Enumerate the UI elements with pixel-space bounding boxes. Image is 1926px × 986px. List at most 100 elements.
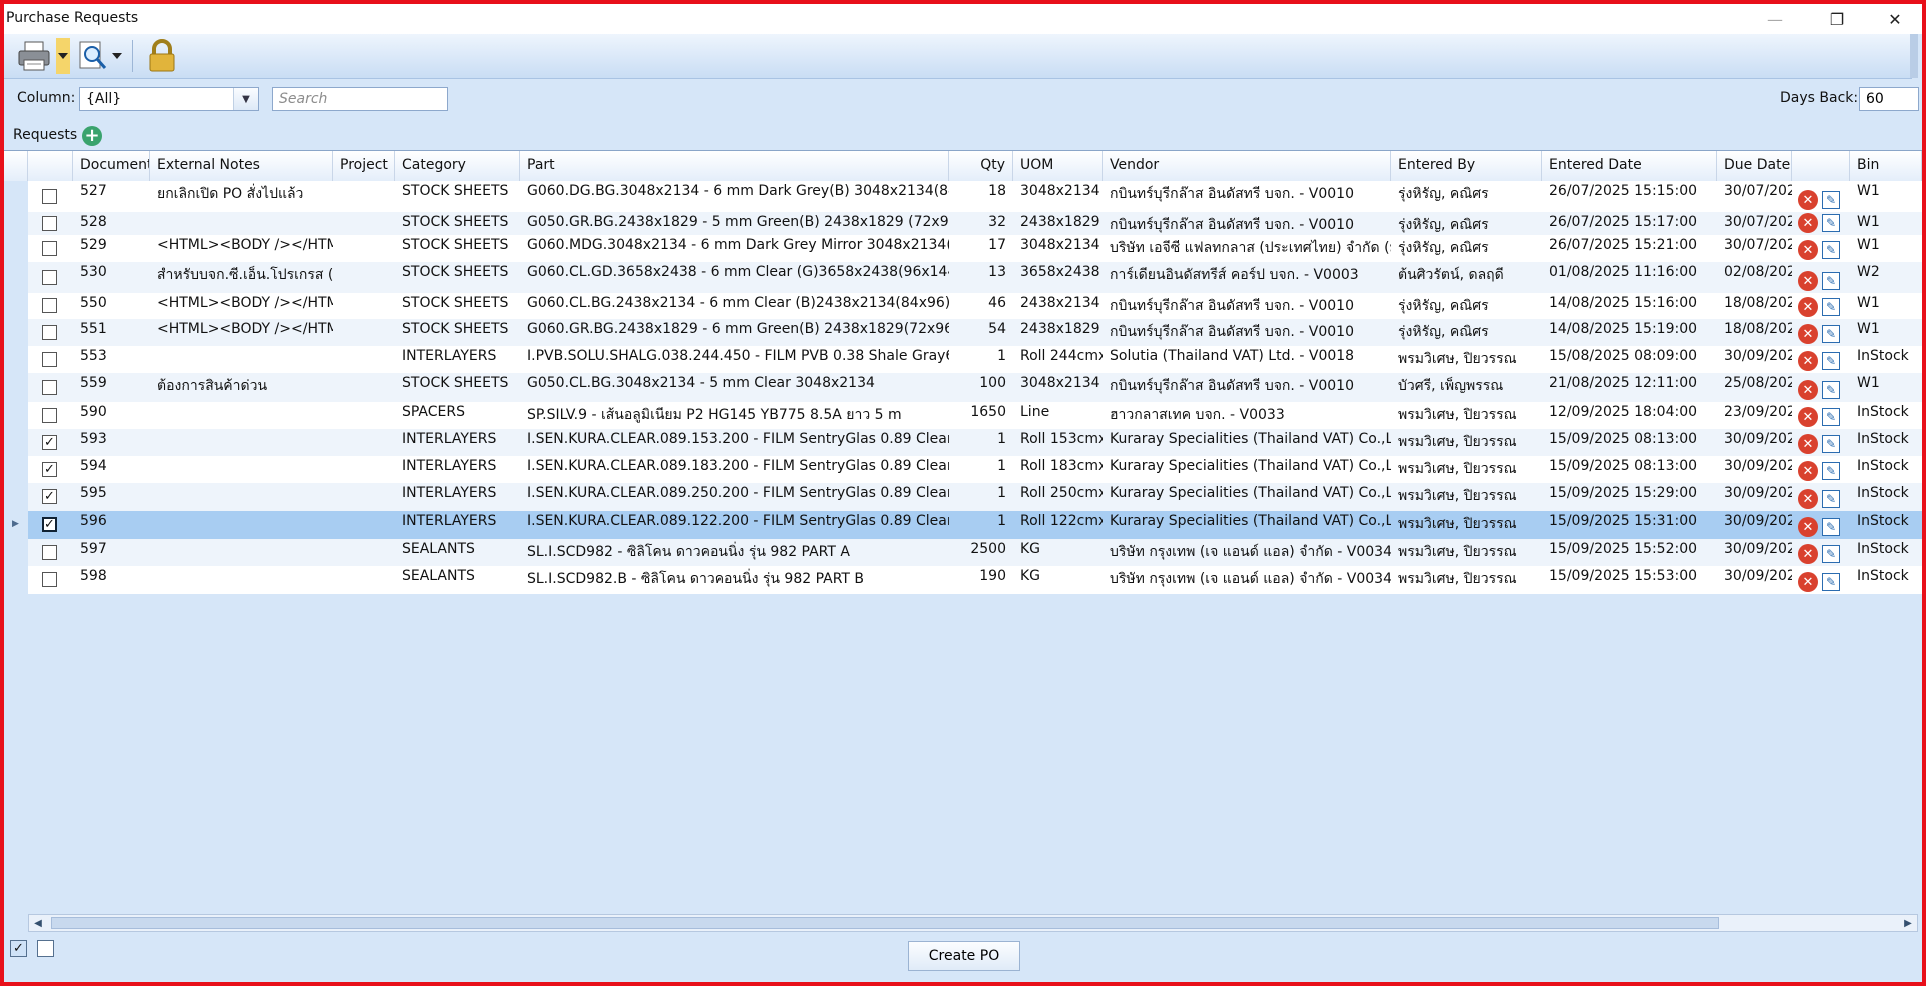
row-checkbox[interactable] <box>42 544 57 560</box>
header-qty[interactable]: Qty <box>949 151 1013 181</box>
edit-icon[interactable]: ✎ <box>1822 545 1840 563</box>
chevron-down-icon[interactable]: ▼ <box>233 88 258 110</box>
edit-icon[interactable]: ✎ <box>1822 191 1840 209</box>
row-checkbox[interactable]: ✓ <box>42 434 57 450</box>
table-row[interactable]: 530 สำหรับบจก.ซี.เอ็น.โปรเกรส (โครงการ) ST… <box>4 262 1922 293</box>
row-indicator[interactable] <box>4 539 28 566</box>
column-select[interactable]: {All} ▼ <box>79 87 259 111</box>
row-indicator[interactable] <box>4 235 28 262</box>
header-entered-by[interactable]: Entered By <box>1391 151 1542 181</box>
row-indicator[interactable] <box>4 429 28 456</box>
edit-icon[interactable]: ✎ <box>1822 298 1840 316</box>
delete-icon[interactable]: ✕ <box>1798 407 1818 427</box>
row-indicator[interactable] <box>4 373 28 402</box>
row-indicator[interactable] <box>4 319 28 346</box>
table-row[interactable]: 529 <HTML><BODY /></HTML> STOCK SHEETS G060… <box>4 235 1922 262</box>
minimize-button[interactable]: — <box>1752 4 1798 34</box>
delete-icon[interactable]: ✕ <box>1798 544 1818 564</box>
delete-icon[interactable]: ✕ <box>1798 380 1818 400</box>
row-checkbox[interactable] <box>42 324 57 340</box>
table-row[interactable]: ✓ 594 INTERLAYERS I.SEN.KURA.CLEAR.089.183.… <box>4 456 1922 483</box>
zoom-dropdown-icon[interactable] <box>110 38 124 74</box>
lock-icon[interactable] <box>144 38 180 74</box>
header-due-date[interactable]: Due Date <box>1717 151 1792 181</box>
days-back-input[interactable] <box>1859 87 1919 111</box>
check-all-icon[interactable]: ✓ <box>10 940 27 957</box>
edit-icon[interactable]: ✎ <box>1822 352 1840 370</box>
delete-icon[interactable]: ✕ <box>1798 213 1818 233</box>
add-request-icon[interactable]: + <box>82 126 102 146</box>
scrollbar-thumb[interactable] <box>51 917 1719 929</box>
row-indicator[interactable] <box>4 293 28 319</box>
table-row[interactable]: 598 SEALANTS SL.I.SCD982.B - ซิลิโคน ดาวคอ… <box>4 566 1922 594</box>
row-indicator[interactable] <box>4 262 28 293</box>
printer-icon[interactable] <box>14 38 54 74</box>
print-dropdown-icon[interactable] <box>56 38 70 74</box>
row-indicator[interactable] <box>4 483 28 511</box>
scroll-left-icon[interactable]: ◀ <box>29 915 47 931</box>
delete-icon[interactable]: ✕ <box>1798 517 1818 537</box>
create-po-button[interactable]: Create PO <box>908 941 1020 971</box>
table-row[interactable]: 550 <HTML><BODY /></HTML> STOCK SHEETS G060… <box>4 293 1922 319</box>
delete-icon[interactable]: ✕ <box>1798 324 1818 344</box>
delete-icon[interactable]: ✕ <box>1798 271 1818 291</box>
edit-icon[interactable]: ✎ <box>1822 490 1840 508</box>
search-input[interactable] <box>272 87 448 111</box>
delete-icon[interactable]: ✕ <box>1798 434 1818 454</box>
row-checkbox[interactable] <box>42 269 57 285</box>
delete-icon[interactable]: ✕ <box>1798 572 1818 592</box>
row-checkbox[interactable]: ✓ <box>42 517 57 532</box>
header-document[interactable]: Document <box>73 151 150 181</box>
edit-icon[interactable]: ✎ <box>1822 272 1840 290</box>
row-checkbox[interactable] <box>42 407 57 423</box>
header-bin[interactable]: Bin <box>1850 151 1922 181</box>
edit-icon[interactable]: ✎ <box>1822 214 1840 232</box>
header-select[interactable] <box>28 151 73 181</box>
row-checkbox[interactable] <box>42 351 57 367</box>
header-external-notes[interactable]: External Notes <box>150 151 333 181</box>
table-row[interactable]: 527 ยกเลิกเปิด PO สั่งไปแล้ว STOCK SHEETS G… <box>4 181 1922 212</box>
delete-icon[interactable]: ✕ <box>1798 351 1818 371</box>
row-indicator[interactable] <box>4 456 28 483</box>
table-row[interactable]: 559 ต้องการสินค้าด่วน STOCK SHEETS G050.CL.… <box>4 373 1922 402</box>
row-indicator[interactable] <box>4 181 28 212</box>
row-checkbox[interactable]: ✓ <box>42 489 57 504</box>
row-checkbox[interactable] <box>42 379 57 395</box>
table-row[interactable]: 553 INTERLAYERS I.PVB.SOLU.SHALG.038.244.4… <box>4 346 1922 373</box>
header-entered-date[interactable]: Entered Date <box>1542 151 1717 181</box>
edit-icon[interactable]: ✎ <box>1822 435 1840 453</box>
row-checkbox[interactable]: ✓ <box>42 461 57 477</box>
header-category[interactable]: Category <box>395 151 520 181</box>
edit-icon[interactable]: ✎ <box>1822 325 1840 343</box>
row-checkbox[interactable] <box>42 215 57 231</box>
table-row[interactable]: 590 SPACERS SP.SILV.9 - เส้นอลูมิเนียม P2 … <box>4 402 1922 429</box>
header-project[interactable]: Project <box>333 151 395 181</box>
row-indicator[interactable] <box>4 566 28 594</box>
row-checkbox[interactable] <box>42 188 57 204</box>
row-checkbox[interactable] <box>42 572 57 587</box>
toolbar-scrollbar[interactable] <box>1910 34 1918 78</box>
edit-icon[interactable]: ✎ <box>1822 241 1840 259</box>
delete-icon[interactable]: ✕ <box>1798 190 1818 210</box>
row-indicator[interactable] <box>4 212 28 235</box>
edit-icon[interactable]: ✎ <box>1822 518 1840 536</box>
uncheck-all-icon[interactable] <box>37 940 54 957</box>
delete-icon[interactable]: ✕ <box>1798 297 1818 317</box>
table-row[interactable]: 597 SEALANTS SL.I.SCD982 - ซิลิโคน ดาวคอนน… <box>4 539 1922 566</box>
row-indicator[interactable] <box>4 402 28 429</box>
close-button[interactable]: ✕ <box>1872 4 1918 34</box>
delete-icon[interactable]: ✕ <box>1798 240 1818 260</box>
edit-icon[interactable]: ✎ <box>1822 573 1840 591</box>
table-row[interactable]: 528 STOCK SHEETS G050.GR.BG.2438x1829 - 5 … <box>4 212 1922 235</box>
scroll-right-icon[interactable]: ▶ <box>1899 915 1917 931</box>
header-part[interactable]: Part <box>520 151 949 181</box>
row-indicator[interactable] <box>4 346 28 373</box>
edit-icon[interactable]: ✎ <box>1822 408 1840 426</box>
table-row[interactable]: 551 <HTML><BODY /></HTML> STOCK SHEETS G060… <box>4 319 1922 346</box>
delete-icon[interactable]: ✕ <box>1798 489 1818 509</box>
horizontal-scrollbar[interactable]: ◀ ▶ <box>28 914 1918 932</box>
restore-button[interactable]: ❐ <box>1814 4 1860 34</box>
row-indicator[interactable]: ▶ <box>4 511 28 539</box>
row-checkbox[interactable] <box>42 240 57 256</box>
header-vendor[interactable]: Vendor <box>1103 151 1391 181</box>
